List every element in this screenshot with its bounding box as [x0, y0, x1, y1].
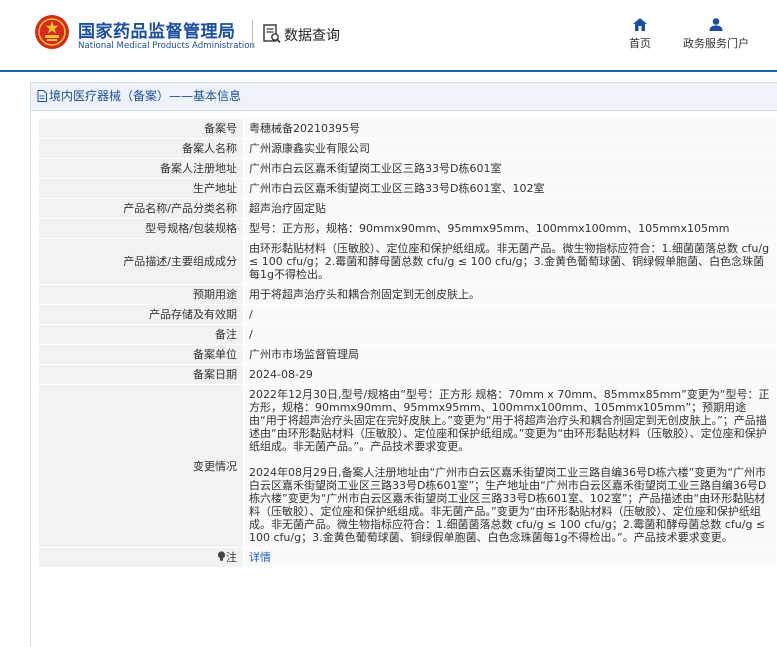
field-label: 备案日期	[38, 364, 244, 385]
change-entry: 2022年12月30日,型号/规格由“型号：正方形 规格：70mm x 70mm…	[249, 388, 770, 453]
user-icon	[709, 18, 723, 31]
table-row: 备案日期 2024-08-29	[38, 364, 777, 385]
note-value: 详情	[243, 547, 777, 568]
table-row: 备案号 粤穗械备20210395号	[38, 118, 777, 139]
site-header: 国家药品监督管理局 National Medical Products Admi…	[0, 0, 777, 72]
field-label: 预期用途	[38, 284, 244, 305]
field-label: 产品名称/产品分类名称	[38, 198, 244, 219]
table-row: 备案单位 广州市市场监督管理局	[38, 344, 777, 365]
brand-title-cn: 国家药品监督管理局	[78, 22, 236, 42]
nav-home[interactable]: 首页	[624, 18, 656, 51]
field-value: /	[243, 304, 777, 325]
table-row: 型号规格/包装规格 型号：正方形，规格：90mmx90mm、95mmx95mm、…	[38, 218, 777, 239]
note-label-cell: 注	[38, 547, 244, 568]
detail-panel: 境内医疗器械（备案）——基本信息 备案号 粤穗械备20210395号 备案人名称…	[30, 82, 777, 647]
table-row: 备注 /	[38, 324, 777, 345]
table-row: 备案人名称 广州源康鑫实业有限公司	[38, 138, 777, 159]
table-row: 备案人注册地址 广州市白云区嘉禾街望岗工业区三路33号D栋601室	[38, 158, 777, 179]
change-entry: 2024年08月29日,备案人注册地址由“广州市白云区嘉禾街望岗工业三路自编36…	[249, 466, 767, 544]
nav-service-portal[interactable]: 政务服务门户	[676, 18, 756, 51]
detail-link[interactable]: 详情	[249, 551, 271, 564]
field-label: 备案人名称	[38, 138, 244, 159]
field-value: 2024-08-29	[243, 364, 777, 385]
breadcrumb: 境内医疗器械（备案）——基本信息	[31, 83, 777, 111]
field-label: 生产地址	[38, 178, 244, 199]
field-value: 粤穗械备20210395号	[243, 118, 777, 139]
data-search-icon	[263, 24, 281, 44]
nav-portal-label: 政务服务门户	[683, 37, 749, 50]
field-value: 由环形黏贴材料（压敏胶）、定位座和保护纸组成。非无菌产品。微生物指标应符合：1.…	[243, 238, 777, 285]
field-label: 产品描述/主要组成成分	[38, 238, 244, 285]
lightbulb-icon	[217, 551, 226, 561]
field-value: 型号：正方形，规格：90mmx90mm、95mmx95mm、100mmx100m…	[243, 218, 777, 239]
table-row: 预期用途 用于将超声治疗头和耦合剂固定到无创皮肤上。	[38, 284, 777, 305]
home-icon	[633, 18, 647, 31]
field-value: 广州市白云区嘉禾街望岗工业区三路33号D栋601室	[243, 158, 777, 179]
note-label: 注	[226, 551, 237, 564]
field-label: 型号规格/包装规格	[38, 218, 244, 239]
field-value: 用于将超声治疗头和耦合剂固定到无创皮肤上。	[243, 284, 777, 305]
table-row: 产品名称/产品分类名称 超声治疗固定贴	[38, 198, 777, 219]
field-value: 广州市白云区嘉禾街望岗工业区三路33号D栋601室、102室	[243, 178, 777, 199]
national-emblem-logo	[35, 15, 69, 49]
field-value: 超声治疗固定贴	[243, 198, 777, 219]
field-value: 广州市市场监督管理局	[243, 344, 777, 365]
table-row: 产品存储及有效期 /	[38, 304, 777, 325]
table-row: 产品描述/主要组成成分 由环形黏贴材料（压敏胶）、定位座和保护纸组成。非无菌产品…	[38, 238, 777, 285]
document-icon	[37, 90, 47, 102]
changes-label: 变更情况	[38, 384, 244, 548]
field-label: 备案人注册地址	[38, 158, 244, 179]
changes-value: 2022年12月30日,型号/规格由“型号：正方形 规格：70mm x 70mm…	[243, 384, 777, 548]
field-label: 产品存储及有效期	[38, 304, 244, 325]
table-row-changes: 变更情况 2022年12月30日,型号/规格由“型号：正方形 规格：70mm x…	[38, 384, 777, 548]
table-row-note: 注 详情	[38, 547, 777, 568]
header-divider	[252, 20, 253, 48]
nav-home-label: 首页	[629, 37, 651, 50]
field-label: 备案号	[38, 118, 244, 139]
breadcrumb-text: 境内医疗器械（备案）——基本信息	[49, 89, 242, 103]
table-row: 生产地址 广州市白云区嘉禾街望岗工业区三路33号D栋601室、102室	[38, 178, 777, 199]
field-label: 备案单位	[38, 344, 244, 365]
record-info-table: 备案号 粤穗械备20210395号 备案人名称 广州源康鑫实业有限公司 备案人注…	[38, 118, 777, 568]
data-query-title: 数据查询	[284, 28, 340, 44]
field-value: /	[243, 324, 777, 345]
field-label: 备注	[38, 324, 244, 345]
field-value: 广州源康鑫实业有限公司	[243, 138, 777, 159]
brand-title-en: National Medical Products Administration	[78, 41, 255, 51]
